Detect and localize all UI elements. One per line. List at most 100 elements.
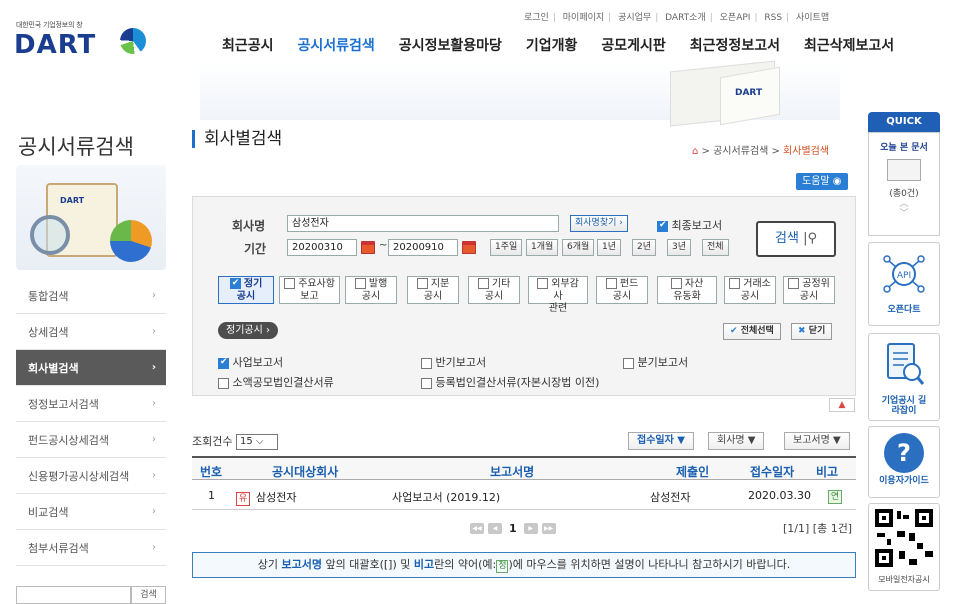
kind-ftc-disclosure[interactable]: 공정위 공시 — [783, 276, 835, 304]
market-badge[interactable]: 유 — [236, 492, 250, 506]
kind-checkbox[interactable] — [537, 278, 549, 289]
quick-open-dart[interactable]: API 오픈다트 — [868, 242, 940, 326]
kind-checkbox[interactable] — [670, 278, 682, 289]
close-button[interactable]: ✖ 닫기 — [791, 323, 833, 340]
kind-checkbox[interactable] — [284, 278, 295, 289]
chevron-up-icon[interactable]: ︿ — [869, 199, 939, 209]
first-page-icon[interactable]: ◀◀ — [470, 523, 484, 534]
sitemap-link[interactable]: 사이트맵 — [792, 13, 833, 23]
period-all-button[interactable]: 전체 — [702, 239, 729, 256]
report-link[interactable]: 사업보고서 (2019.12) — [392, 489, 500, 505]
kind-fund-disclosure[interactable]: 펀드 공시 — [596, 276, 648, 304]
kind-asset-securitization[interactable]: 자산 유동화 — [657, 276, 717, 304]
report-business[interactable]: 사업보고서 — [218, 354, 283, 370]
kind-checkbox[interactable] — [729, 278, 741, 289]
date-from-input[interactable]: 20200310 — [287, 239, 357, 256]
prev-page-icon[interactable]: ◀ — [488, 523, 502, 534]
sidebar-search-input[interactable] — [16, 586, 131, 604]
kind-checkbox[interactable] — [477, 278, 489, 289]
kind-external-audit[interactable]: 외부감사 관련 — [528, 276, 588, 314]
latest-report-option[interactable]: 최종보고서 — [657, 217, 722, 233]
sort-by-date-button[interactable]: 접수일자 ▼ — [628, 432, 694, 450]
report-registered-settlement[interactable]: 등록법인결산서류(자본시장법 이전) — [421, 374, 599, 390]
latest-report-checkbox[interactable] — [657, 220, 668, 232]
report-small-offering[interactable]: 소액공모법인결산서류 — [218, 374, 334, 390]
kind-equity-disclosure[interactable]: 지분 공시 — [407, 276, 459, 304]
quick-user-guide[interactable]: ? 이용자가이드 — [868, 426, 940, 498]
sidebar-search-button[interactable]: 검색 — [131, 586, 166, 604]
kind-other-disclosure[interactable]: 기타 공시 — [468, 276, 520, 304]
mypage-link[interactable]: 마이페이지 — [559, 13, 608, 23]
sidebar-item-attachment-search[interactable]: 첨부서류검색 › — [16, 530, 166, 566]
report-checkbox[interactable] — [218, 377, 229, 389]
api-icon: API — [883, 255, 925, 293]
report-checkbox[interactable] — [623, 357, 634, 369]
kind-checkbox[interactable] — [416, 278, 428, 289]
gnb-company-overview[interactable]: 기업개황 — [514, 35, 590, 55]
kind-checkbox[interactable] — [354, 278, 366, 289]
report-checkbox[interactable] — [421, 377, 432, 389]
find-company-button[interactable]: 회사명찾기 › — [570, 215, 628, 232]
period-1month-button[interactable]: 1개월 — [526, 239, 559, 256]
help-button[interactable]: 도움말 ◉ — [796, 173, 848, 190]
note-badge[interactable]: 연 — [828, 490, 842, 504]
sidebar-item-detailed-search[interactable]: 상세검색 › — [16, 314, 166, 350]
kind-issuance-disclosure[interactable]: 발행 공시 — [345, 276, 397, 304]
report-quarterly[interactable]: 분기보고서 — [623, 354, 688, 370]
breadcrumb-path[interactable]: > 공시서류검색 > — [698, 146, 783, 157]
gnb-recent-disclosure[interactable]: 최근공시 — [210, 35, 286, 55]
date-to-input[interactable]: 20200910 — [388, 239, 458, 256]
company-name-input[interactable]: 삼성전자 — [287, 215, 559, 232]
gnb-document-search[interactable]: 공시서류검색 — [286, 35, 387, 55]
gnb-recent-deletions[interactable]: 최근삭제보고서 — [792, 35, 906, 55]
company-link[interactable]: 삼성전자 — [256, 491, 296, 504]
calendar-icon[interactable] — [361, 241, 375, 254]
period-1week-button[interactable]: 1주일 — [490, 239, 523, 256]
period-3year-button[interactable]: 3년 — [667, 239, 692, 256]
sidebar-item-correction-search[interactable]: 정정보고서검색 › — [16, 386, 166, 422]
gnb-recent-corrections[interactable]: 최근정정보고서 — [678, 35, 792, 55]
gnb-offering-board[interactable]: 공모게시판 — [589, 35, 677, 55]
last-page-icon[interactable]: ▶▶ — [541, 523, 556, 534]
next-page-icon[interactable]: ▶ — [523, 523, 538, 534]
rss-link[interactable]: RSS — [760, 13, 786, 23]
page-size-control: 조회건수 15 ⌵ — [192, 433, 278, 450]
kind-checkbox[interactable] — [605, 278, 617, 289]
quick-mobile-disclosure[interactable]: 모바일전자공시 — [868, 503, 940, 591]
open-api-link[interactable]: 오픈API — [716, 13, 755, 23]
dart-intro-link[interactable]: DART소개 — [661, 13, 710, 23]
quick-disclosure-guide[interactable]: 기업공시 길라잡이 — [868, 333, 940, 421]
report-checkbox[interactable] — [218, 357, 229, 369]
sort-by-report-button[interactable]: 보고서명 ▼ — [784, 432, 850, 450]
dart-logo[interactable]: DART — [14, 30, 96, 60]
period-2year-button[interactable]: 2년 — [632, 239, 657, 256]
select-all-button[interactable]: ✔ 전체선택 — [723, 323, 781, 340]
banner-book-logo: DART — [735, 88, 763, 98]
kind-checkbox[interactable] — [788, 278, 800, 289]
gnb-info-utilization[interactable]: 공시정보활용마당 — [387, 35, 514, 55]
page-number[interactable]: 1 — [506, 522, 520, 535]
regular-disclosure-badge[interactable]: 정기공시 › — [218, 322, 278, 339]
kind-exchange-disclosure[interactable]: 거래소 공시 — [724, 276, 776, 304]
report-checkbox[interactable] — [421, 357, 432, 369]
sidebar-item-credit-rating-search[interactable]: 신용평가공시상세검색 › — [16, 458, 166, 494]
date-separator: ~ — [379, 240, 388, 251]
page-size-select[interactable]: 15 ⌵ — [235, 434, 278, 450]
collapse-panel-button[interactable]: ▲ — [829, 398, 855, 412]
sidebar-item-integrated-search[interactable]: 통합검색 › — [16, 278, 166, 314]
sidebar-item-fund-search[interactable]: 펀드공시상세검색 › — [16, 422, 166, 458]
kind-major-report[interactable]: 주요사항 보고 — [279, 276, 340, 304]
period-6month-button[interactable]: 6개월 — [562, 239, 595, 256]
period-1year-button[interactable]: 1년 — [597, 239, 622, 256]
sidebar-item-company-search[interactable]: 회사별검색 › — [16, 350, 166, 386]
sidebar-item-compare-search[interactable]: 비교검색 › — [16, 494, 166, 530]
login-link[interactable]: 로그인 — [520, 13, 553, 23]
disclosure-work-link[interactable]: 공시업무 — [614, 13, 655, 23]
kind-checkbox[interactable] — [229, 277, 241, 289]
search-button[interactable]: 검색 |⚲ — [756, 221, 836, 257]
sort-by-company-button[interactable]: 회사명 ▼ — [708, 432, 765, 450]
report-half-year[interactable]: 반기보고서 — [421, 354, 486, 370]
calendar-icon[interactable] — [462, 241, 476, 254]
kind-regular-disclosure[interactable]: 정기공시 — [218, 276, 274, 304]
chevron-down-icon[interactable]: ﹀ — [869, 209, 939, 219]
